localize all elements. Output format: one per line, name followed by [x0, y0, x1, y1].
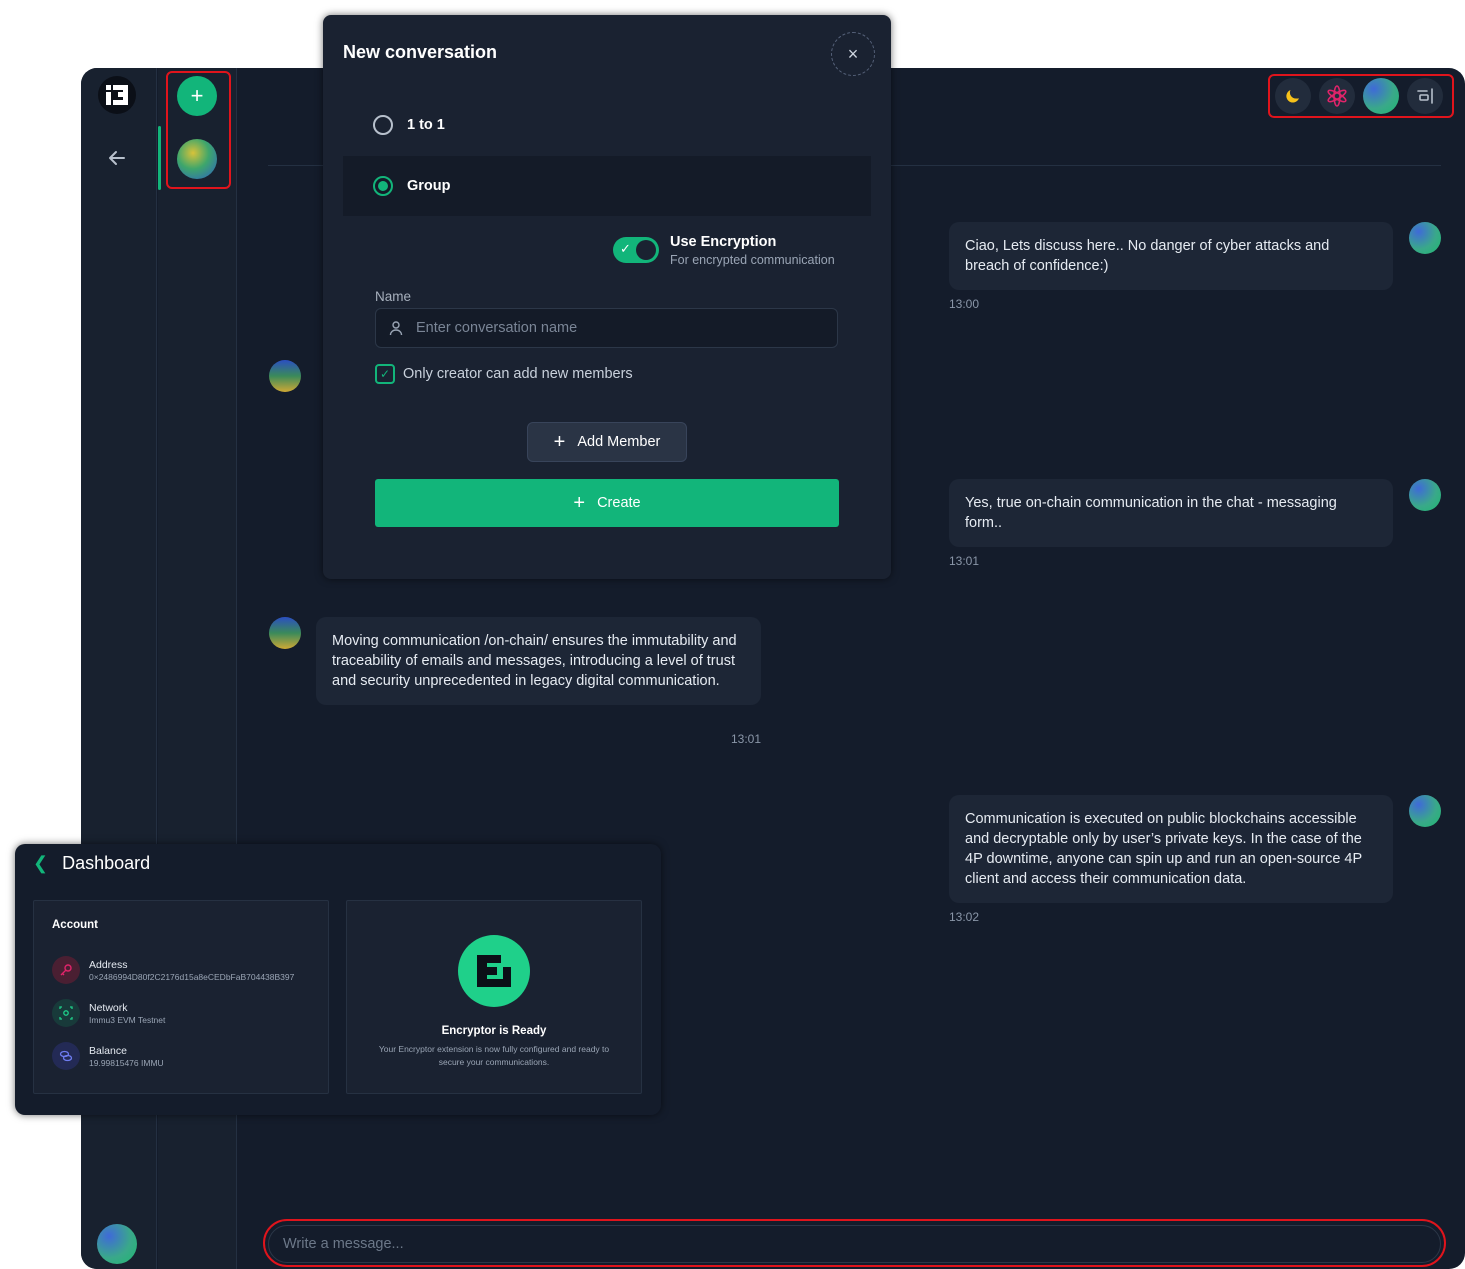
message-time: 13:01 — [949, 554, 980, 568]
create-label: Create — [597, 495, 641, 511]
add-member-label: Add Member — [577, 434, 661, 450]
dashboard-header[interactable]: ❮ Dashboard — [33, 853, 150, 874]
account-row-key: Address — [89, 958, 128, 971]
asterisk-icon[interactable] — [1319, 78, 1355, 114]
chevron-left-icon[interactable]: ❮ — [33, 853, 48, 874]
message-avatar — [1409, 222, 1441, 254]
encryptor-description: Your Encryptor extension is now fully co… — [378, 1044, 610, 1067]
encryptor-logo-icon — [458, 935, 530, 1007]
new-conversation-dialog: New conversation × 1 to 1 Group ✓ Use En… — [323, 15, 891, 579]
radio-button[interactable] — [373, 115, 393, 135]
toggle-knob — [636, 240, 656, 260]
name-input-placeholder: Enter conversation name — [416, 320, 578, 336]
new-conversation-button[interactable]: + — [177, 76, 217, 116]
message-avatar — [269, 360, 301, 392]
encryption-toggle[interactable]: ✓ — [613, 237, 659, 263]
dashboard-panel: ❮ Dashboard Account Address 0×2486994D80… — [15, 844, 661, 1115]
key-icon — [52, 956, 80, 984]
message-bubble: Communication is executed on public bloc… — [949, 795, 1393, 903]
plus-icon: + — [190, 83, 204, 108]
message-time: 13:01 — [731, 732, 762, 746]
option-one-to-one[interactable]: 1 to 1 — [343, 95, 871, 155]
message-avatar — [269, 617, 301, 649]
account-heading: Account — [52, 919, 98, 931]
account-card: Account Address 0×2486994D80f2C2176d15a8… — [33, 900, 329, 1094]
account-row-key: Balance — [89, 1044, 127, 1057]
account-balance-row: Balance 19.99815476 IMMU — [52, 1042, 164, 1070]
option-label: Group — [407, 178, 451, 194]
radio-button[interactable] — [373, 176, 393, 196]
plus-icon: + — [573, 491, 586, 514]
message-avatar — [1409, 795, 1441, 827]
account-row-value: 0×2486994D80f2C2176d15a8eCEDbFaB704438B3… — [89, 971, 295, 982]
only-creator-checkbox[interactable]: ✓ — [375, 364, 395, 384]
account-row-value: Immu3 EVM Testnet — [89, 1014, 166, 1025]
network-icon — [52, 999, 80, 1027]
coins-icon — [52, 1042, 80, 1070]
back-arrow-icon[interactable] — [105, 146, 129, 170]
message-time: 13:02 — [949, 910, 980, 924]
message-bubble: Moving communication /on-chain/ ensures … — [316, 617, 761, 705]
conversation-avatar[interactable] — [177, 139, 217, 179]
message-input[interactable]: Write a message... — [268, 1225, 1441, 1263]
message-bubble: Yes, true on-chain communication in the … — [949, 479, 1393, 547]
encryption-title: Use Encryption — [670, 234, 777, 250]
profile-avatar[interactable] — [1363, 78, 1399, 114]
account-row-value: 19.99815476 IMMU — [89, 1057, 164, 1068]
encryptor-title: Encryptor is Ready — [441, 1025, 547, 1037]
option-group[interactable]: Group — [343, 156, 871, 216]
message-avatar — [1409, 479, 1441, 511]
conversation-name-input[interactable]: Enter conversation name — [375, 308, 838, 348]
option-label: 1 to 1 — [407, 117, 445, 133]
dashboard-title: Dashboard — [62, 853, 151, 873]
message-time: 13:00 — [949, 297, 980, 311]
only-creator-row[interactable]: ✓ Only creator can add new members — [375, 364, 633, 384]
active-indicator — [158, 126, 161, 190]
only-creator-label: Only creator can add new members — [403, 366, 633, 382]
encryptor-card: Encryptor is Ready Your Encryptor extens… — [346, 900, 642, 1094]
message-input-placeholder: Write a message... — [283, 1236, 404, 1252]
create-button[interactable]: + Create — [375, 479, 839, 527]
moon-icon[interactable] — [1275, 78, 1311, 114]
user-avatar[interactable] — [97, 1224, 137, 1264]
user-icon — [389, 321, 403, 336]
dialog-title: New conversation — [343, 42, 498, 62]
message-bubble: Ciao, Lets discuss here.. No danger of c… — [949, 222, 1393, 290]
encryption-subtitle: For encrypted communication — [670, 253, 835, 267]
add-member-button[interactable]: + Add Member — [527, 422, 687, 462]
close-icon[interactable]: × — [831, 32, 875, 76]
account-row-key: Network — [89, 1001, 128, 1014]
plus-icon: + — [553, 430, 566, 453]
panel-toggle-icon[interactable] — [1407, 78, 1443, 114]
check-icon: ✓ — [620, 241, 631, 256]
top-toolbar — [1275, 78, 1443, 114]
account-network-row: Network Immu3 EVM Testnet — [52, 999, 165, 1027]
account-address-row: Address 0×2486994D80f2C2176d15a8eCEDbFaB… — [52, 956, 294, 984]
app-logo[interactable] — [98, 76, 136, 114]
name-label: Name — [375, 289, 412, 304]
